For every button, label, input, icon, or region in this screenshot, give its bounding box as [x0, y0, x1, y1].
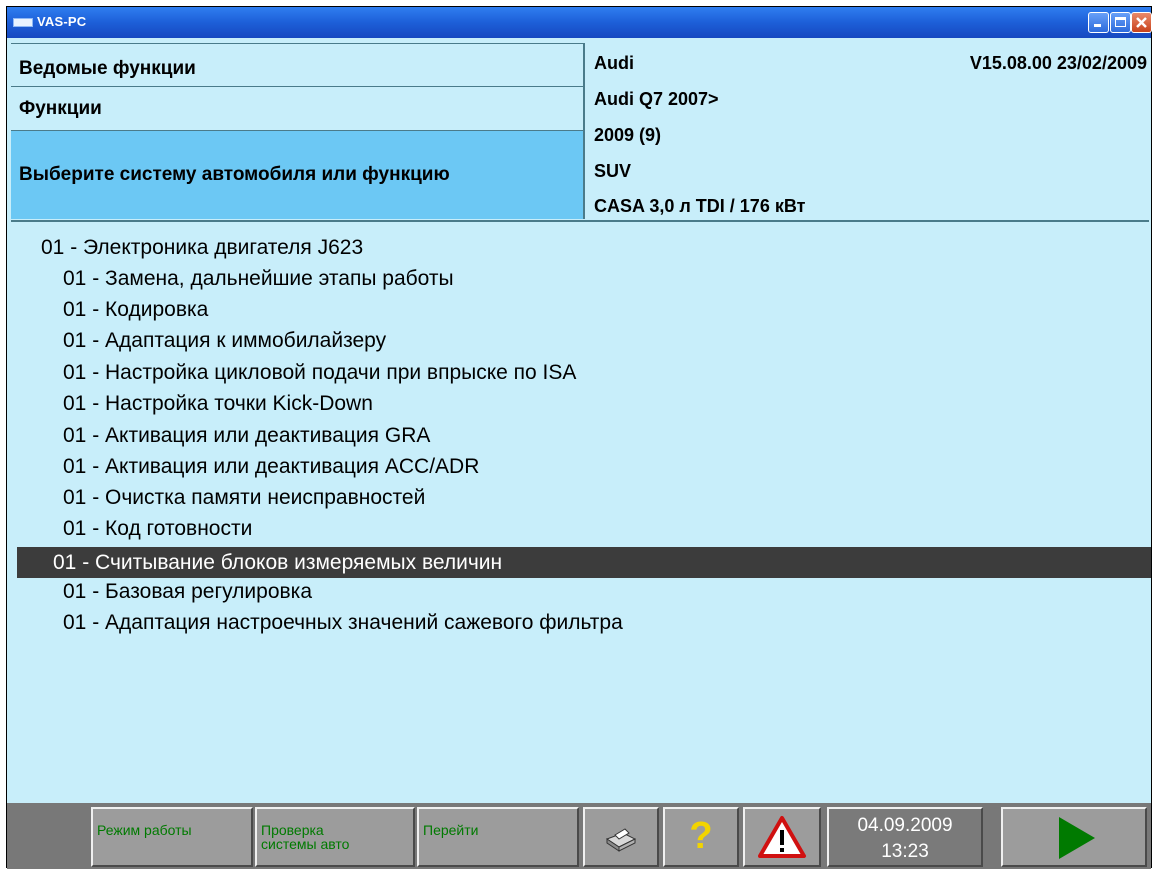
vehicle-model: Audi Q7 2007>: [594, 89, 719, 109]
date-time-display: 04.09.2009 13:23: [827, 807, 983, 867]
time-text: 13:23: [881, 841, 929, 862]
warning-icon: [758, 816, 806, 858]
list-item[interactable]: 01 - Настройка цикловой подачи при впрыс…: [63, 361, 576, 385]
vehicle-make: Audi: [594, 53, 634, 73]
function-list: 01 - Электроника двигателя J623 01 - Зам…: [11, 220, 1151, 804]
title-bar[interactable]: VAS-PC: [7, 7, 1152, 38]
list-item[interactable]: 01 - Активация или деактивация ACC/ADR: [63, 455, 479, 479]
goto-button[interactable]: Перейти: [417, 807, 579, 867]
play-icon: [1059, 817, 1095, 859]
list-item[interactable]: 01 - Замена, дальнейшие этапы работы: [63, 267, 454, 291]
engine-code: CASA 3,0 л TDI / 176 кВт: [594, 196, 806, 216]
maximize-button[interactable]: [1110, 12, 1131, 33]
operating-mode-button[interactable]: Режим работы: [91, 807, 253, 867]
printer-icon: [605, 828, 637, 852]
help-button[interactable]: ?: [663, 807, 739, 867]
instruction-text: Выберите систему автомобиля или функцию: [11, 131, 583, 219]
functions-heading: Функции: [11, 87, 583, 131]
list-item-selected[interactable]: 01 - Считывание блоков измеряемых величи…: [17, 547, 1151, 578]
print-button[interactable]: [583, 807, 659, 867]
vehicle-system-test-button[interactable]: Проверка системы авто: [255, 807, 415, 867]
close-button[interactable]: [1131, 12, 1152, 33]
list-item[interactable]: 01 - Очистка памяти неисправностей: [63, 486, 425, 510]
app-icon: [13, 18, 33, 27]
vehicle-info-panel: Audi V15.08.00 23/02/2009 Audi Q7 2007> …: [585, 43, 1147, 219]
list-item[interactable]: 01 - Электроника двигателя J623: [41, 236, 363, 260]
software-version: V15.08.00 23/02/2009: [969, 53, 1147, 73]
list-item[interactable]: 01 - Кодировка: [63, 298, 208, 322]
vehicle-system-test-label-line2: системы авто: [261, 836, 350, 852]
bottom-toolbar: Режим работы Проверка системы авто Перей…: [7, 803, 1151, 869]
window-title: VAS-PC: [37, 14, 87, 29]
next-button[interactable]: [1001, 807, 1147, 867]
list-item[interactable]: 01 - Настройка точки Kick-Down: [63, 392, 373, 416]
minimize-button[interactable]: [1088, 12, 1109, 33]
date-text: 04.09.2009: [857, 815, 953, 836]
list-item[interactable]: 01 - Базовая регулировка: [63, 580, 312, 604]
body-type: SUV: [594, 161, 632, 181]
operating-mode-label: Режим работы: [97, 822, 192, 838]
list-item[interactable]: 01 - Адаптация к иммобилайзеру: [63, 329, 386, 353]
list-item[interactable]: 01 - Активация или деактивация GRA: [63, 424, 430, 448]
header-left-panel: Ведомые функции Функции Выберите систему…: [11, 43, 583, 219]
close-icon: [1136, 17, 1147, 28]
guided-functions-heading: Ведомые функции: [11, 43, 583, 87]
goto-label: Перейти: [423, 822, 479, 838]
list-item[interactable]: 01 - Код готовности: [63, 517, 252, 541]
vehicle-system-test-label-line1: Проверка: [261, 822, 324, 838]
list-item[interactable]: 01 - Адаптация настроечных значений саже…: [63, 611, 623, 635]
app-window: VAS-PC Ведомые функции Функции Выберите …: [6, 6, 1152, 869]
warning-button[interactable]: [743, 807, 821, 867]
model-year: 2009 (9): [594, 125, 662, 145]
help-icon: ?: [689, 815, 713, 857]
